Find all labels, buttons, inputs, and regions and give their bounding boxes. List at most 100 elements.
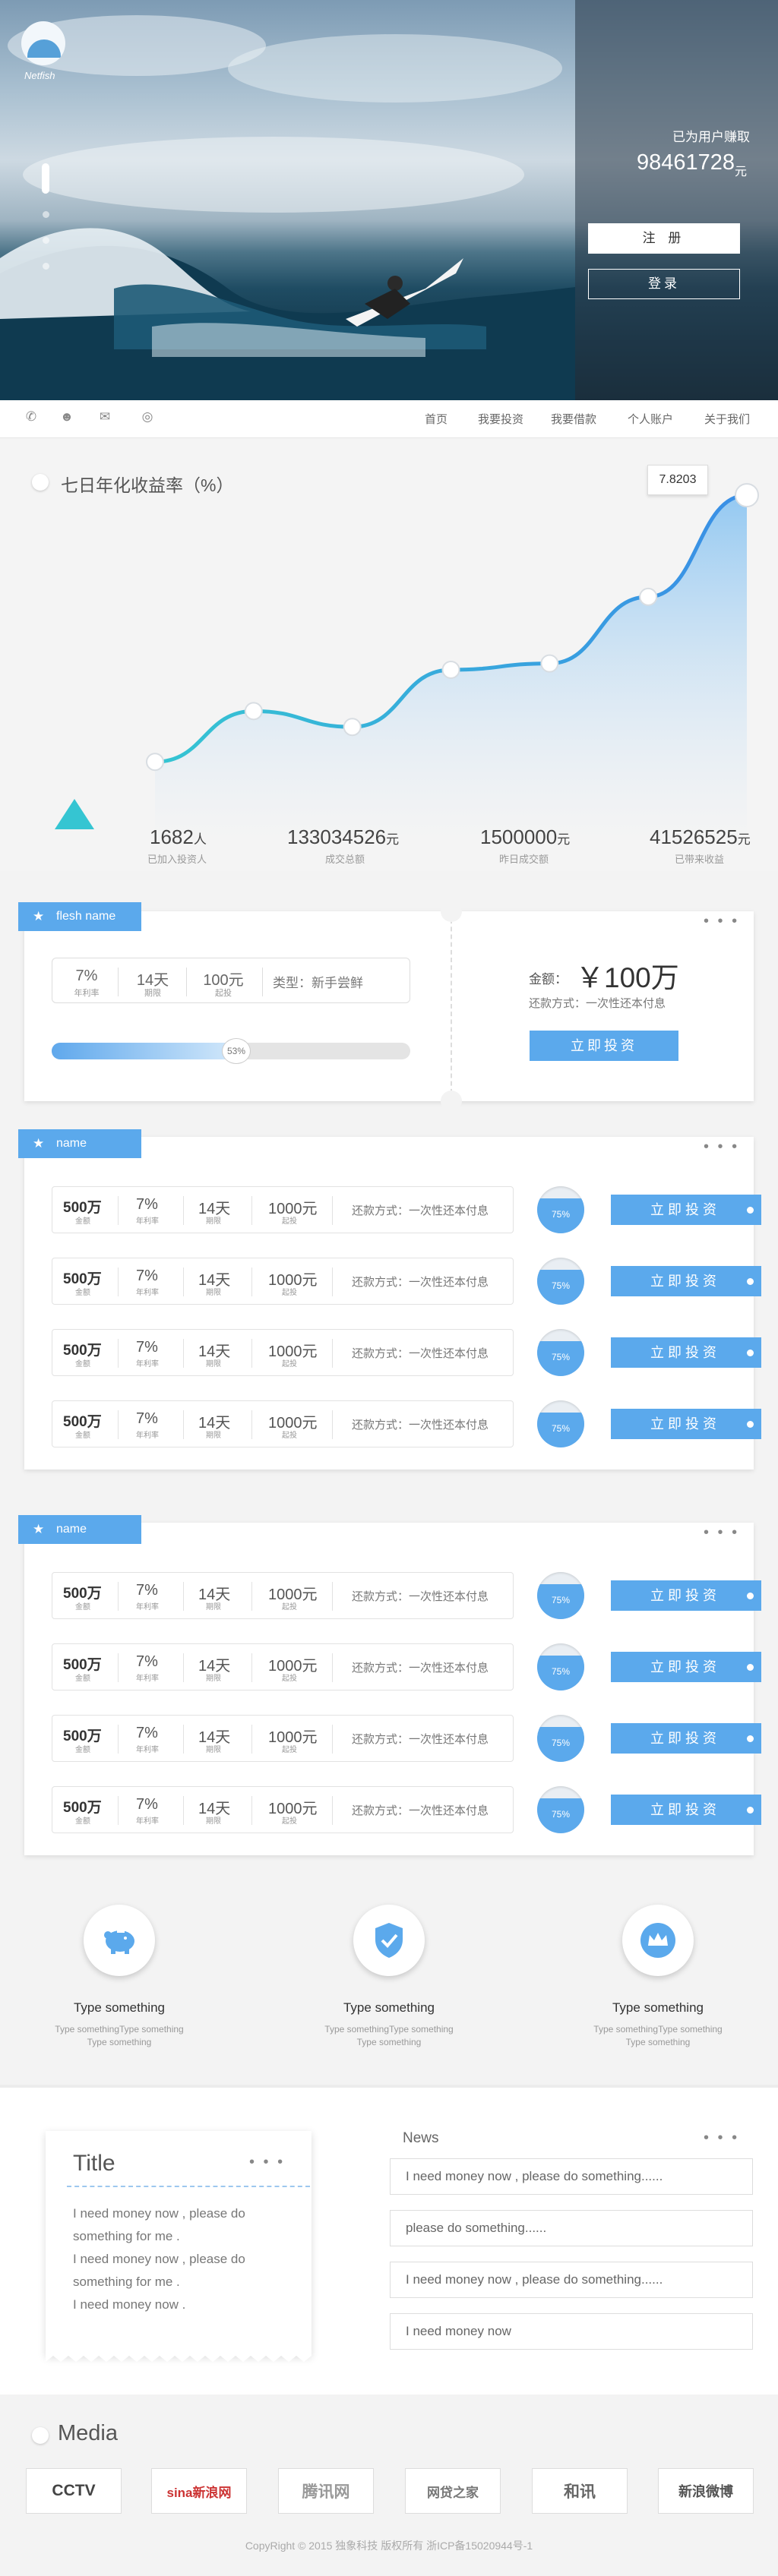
progress-percent: 75%	[551, 1666, 571, 1677]
product-row[interactable]: 500万 金额 7% 年利率 14天 期限 1000元 起投 还款方式：一次性还…	[52, 1715, 514, 1762]
rate-value: 7%	[136, 1339, 158, 1356]
divider	[262, 968, 263, 996]
carousel-dot[interactable]	[43, 263, 49, 270]
carousel-dot[interactable]	[43, 237, 49, 244]
chart-tooltip: 7.8203	[647, 465, 708, 495]
more-menu-icon[interactable]: • • •	[704, 1524, 739, 1542]
chart-point[interactable]	[540, 654, 559, 673]
feature-badge	[84, 1905, 155, 1976]
divider	[251, 1582, 252, 1611]
divider	[118, 1796, 119, 1825]
note-line: I need money now , please do	[73, 2252, 245, 2266]
media-title-bullet	[32, 2427, 49, 2444]
qq-icon[interactable]: ☻	[58, 408, 76, 426]
nav-link-invest[interactable]: 我要投资	[478, 411, 523, 427]
product-row[interactable]: 500万 金额 7% 年利率 14天 期限 1000元 起投 还款方式：一次性还…	[52, 1329, 514, 1376]
invest-now-button[interactable]: 立即投资	[611, 1337, 761, 1368]
divider	[118, 968, 119, 996]
newbie-product-info: 7% 年利率 14天 期限 100元 起投 类型：新手尝鲜	[52, 958, 410, 1003]
divider	[118, 1653, 119, 1682]
progress-gauge: 75%	[537, 1400, 584, 1447]
chart-point[interactable]	[244, 702, 263, 721]
progress-percent: 75%	[551, 1809, 571, 1820]
nav-link-borrow[interactable]: 我要借款	[551, 411, 596, 427]
note-line: I need money now , please do	[73, 2206, 245, 2221]
divider	[251, 1267, 252, 1296]
funding-progress-fill	[52, 1043, 242, 1059]
progress-percent: 75%	[551, 1423, 571, 1434]
nav-link-account[interactable]: 个人账户	[628, 411, 673, 427]
invest-now-button[interactable]: 立即投资	[611, 1723, 761, 1754]
product-row[interactable]: 500万 金额 7% 年利率 14天 期限 1000元 起投 还款方式：一次性还…	[52, 1400, 514, 1447]
divider	[332, 1653, 333, 1682]
nav-link-home[interactable]: 首页	[425, 411, 448, 427]
repay-method: 还款方式：一次性还本付息	[352, 1276, 489, 1289]
invest-now-button[interactable]: 立即投资	[611, 1652, 761, 1682]
min-label: 起投	[282, 1746, 297, 1754]
product-type: 类型：新手尝鲜	[273, 976, 363, 990]
dot-icon	[747, 1807, 754, 1814]
invest-now-button[interactable]: 立即投资	[611, 1266, 761, 1296]
progress-percent: 75%	[551, 1352, 571, 1362]
invest-now-button[interactable]: 立即投资	[611, 1195, 761, 1225]
note-divider	[67, 2186, 310, 2187]
chart-point[interactable]	[441, 660, 460, 679]
news-item[interactable]: I need money now , please do something..…	[390, 2158, 753, 2195]
feature-title: Type something	[612, 2000, 704, 2015]
product-row[interactable]: 500万 金额 7% 年利率 14天 期限 1000元 起投 还款方式：一次性还…	[52, 1258, 514, 1305]
chart-point[interactable]	[146, 753, 164, 772]
more-menu-icon[interactable]: • • •	[704, 913, 739, 930]
feature-desc: Type something	[87, 2037, 152, 2047]
hexun-logo[interactable]: 和讯	[532, 2468, 628, 2514]
divider	[183, 1410, 184, 1439]
carousel-dot[interactable]	[43, 211, 49, 218]
crown-icon	[640, 1923, 675, 1958]
phone-icon[interactable]: ✆	[22, 408, 40, 426]
product-row[interactable]: 500万 金额 7% 年利率 14天 期限 1000元 起投 还款方式：一次性还…	[52, 1186, 514, 1233]
register-button[interactable]: 注 册	[588, 223, 740, 254]
login-button[interactable]: 登录	[588, 269, 740, 299]
ticket-notch	[441, 901, 462, 922]
weibo-logo[interactable]: 新浪微博	[658, 2468, 754, 2514]
note-title: Title	[73, 2151, 115, 2176]
news-item[interactable]: I need money now , please do something..…	[390, 2262, 753, 2298]
progress-gauge: 75%	[537, 1572, 584, 1619]
news-title: News	[403, 2130, 439, 2146]
product-row[interactable]: 500万 金额 7% 年利率 14天 期限 1000元 起投 还款方式：一次性还…	[52, 1643, 514, 1690]
invest-now-button[interactable]: 立即投资	[611, 1409, 761, 1439]
qq-news-logo[interactable]: 腾讯网	[278, 2468, 374, 2514]
chart-point[interactable]	[735, 483, 759, 508]
product-row[interactable]: 500万 金额 7% 年利率 14天 期限 1000元 起投 还款方式：一次性还…	[52, 1572, 514, 1619]
news-item[interactable]: please do something......	[390, 2210, 753, 2246]
carousel-dot-active[interactable]	[42, 163, 49, 194]
wangdai-logo[interactable]: 网贷之家	[405, 2468, 501, 2514]
divider	[118, 1267, 119, 1296]
divider	[332, 1582, 333, 1611]
wechat-icon[interactable]: ✉	[96, 408, 114, 426]
triangle-decoration	[55, 799, 94, 829]
divider	[332, 1796, 333, 1825]
term-label: 期限	[206, 1432, 221, 1440]
dot-icon	[747, 1593, 754, 1599]
chart-point[interactable]	[639, 587, 658, 606]
invest-now-button[interactable]: 立即投资	[611, 1580, 761, 1611]
news-item[interactable]: I need money now	[390, 2313, 753, 2350]
invest-now-button[interactable]: 立即投资	[611, 1795, 761, 1825]
repay-method: 还款方式：一次性还本付息	[352, 1804, 489, 1817]
feature-desc: Type something	[625, 2037, 691, 2047]
divider	[118, 1410, 119, 1439]
nav-link-about[interactable]: 关于我们	[704, 411, 750, 427]
rate-label: 年利率	[136, 1675, 159, 1683]
more-menu-icon[interactable]: • • •	[249, 2154, 285, 2171]
sina-logo[interactable]: sina新浪网	[151, 2468, 247, 2514]
more-menu-icon[interactable]: • • •	[704, 1138, 739, 1156]
weibo-icon[interactable]: ◎	[138, 408, 157, 426]
invest-now-button[interactable]: 立即投资	[530, 1031, 678, 1061]
product-row[interactable]: 500万 金额 7% 年利率 14天 期限 1000元 起投 还款方式：一次性还…	[52, 1786, 514, 1833]
rate-value: 7%	[136, 1653, 158, 1670]
brand-logo[interactable]	[21, 21, 65, 65]
more-menu-icon[interactable]: • • •	[704, 2129, 739, 2147]
ticket-notch	[441, 1091, 462, 1112]
cctv-logo[interactable]: CCTV	[26, 2468, 122, 2514]
chart-point[interactable]	[343, 718, 362, 737]
